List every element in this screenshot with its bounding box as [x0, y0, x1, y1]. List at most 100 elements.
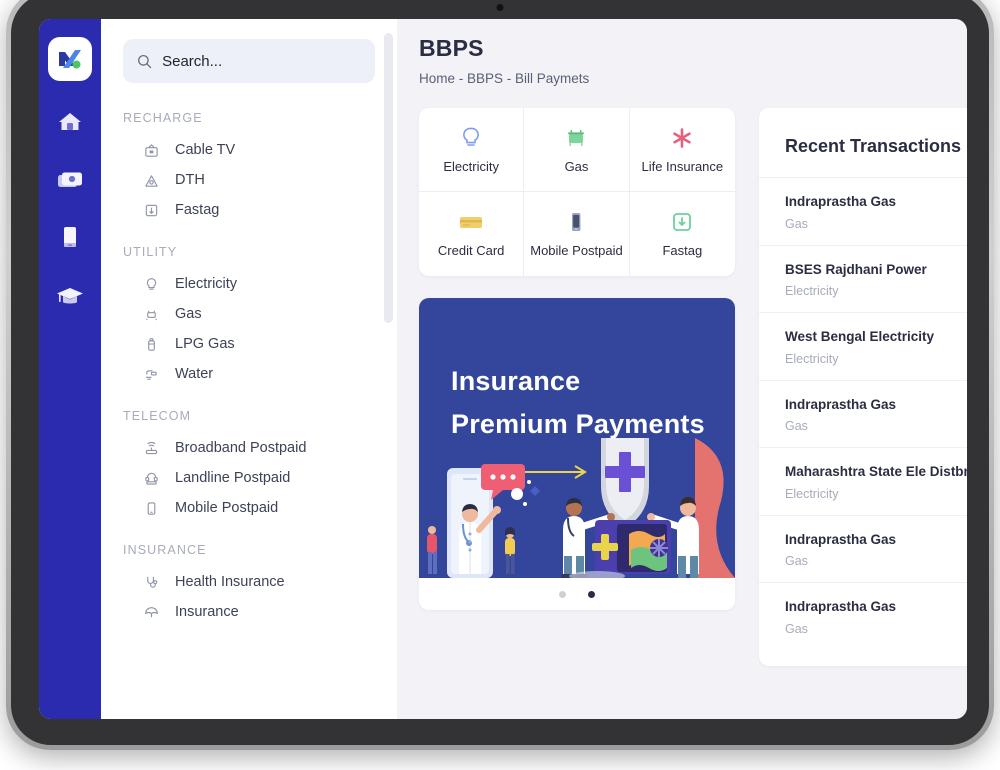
menu-item-label: Mobile Postpaid [175, 500, 279, 516]
transaction-type: Gas [785, 419, 808, 434]
carousel-dot-1[interactable] [559, 590, 566, 598]
tv-icon [143, 142, 159, 158]
transaction-name: Maharashtra State Ele Distbn Co Ltd [785, 464, 967, 480]
tablet-screen: RECHARGE Cable TV DTH Fastag UTILITY Electric… [39, 19, 967, 719]
graduation-cap-icon [57, 288, 83, 304]
tile-label: Mobile Postpaid [530, 243, 623, 258]
menu-item-landline-postpaid[interactable]: Landline Postpaid [123, 463, 375, 493]
bulb-icon [143, 276, 159, 292]
telephone-icon [143, 470, 159, 486]
breadcrumb: Home - BBPS - Bill Paymets [419, 71, 590, 86]
menu-group: INSURANCE Health Insurance Insurance [101, 543, 397, 627]
tile-label: Credit Card [437, 243, 505, 258]
menu-item-lpg-gas[interactable]: LPG Gas [123, 329, 375, 359]
carousel-dot-2[interactable] [588, 590, 595, 598]
transaction-row[interactable]: Indraprastha Gas Gas [759, 379, 967, 448]
menu-group-title: INSURANCE [123, 543, 207, 557]
tile-label: Life Insurance [641, 158, 724, 174]
transaction-row[interactable]: Maharashtra State Ele Distbn Co Ltd Elect… [759, 447, 967, 515]
recent-transactions-title: Recent Transactions [785, 136, 962, 156]
tile-gas[interactable]: Gas [524, 108, 630, 192]
tile-life-insurance[interactable]: Life Insurance [629, 108, 735, 192]
sidebar-item-home[interactable] [53, 105, 87, 139]
menu-item-label: Health Insurance [175, 574, 285, 590]
gas-stove-icon [564, 126, 588, 150]
transaction-row[interactable]: West Bengal Electricity Electricity [759, 312, 967, 380]
left-column: Electricity Gas Life Insurance Credit Card M… [419, 108, 735, 610]
banner-line-1: Insurance [451, 366, 581, 396]
transaction-name: West Bengal Electricity [785, 329, 935, 345]
menu-item-label: Insurance [175, 604, 239, 620]
tile-label: Gas [564, 158, 589, 174]
transaction-row[interactable]: Indraprastha Gas Gas [759, 177, 967, 245]
umbrella-icon [143, 604, 159, 620]
tile-label: Electricity [443, 158, 499, 174]
menu-item-gas[interactable]: Gas [123, 299, 375, 329]
service-tiles-grid: Electricity Gas Life Insurance Credit Card M… [419, 108, 735, 276]
transaction-row[interactable]: BSES Rajdhani Power Electricity [759, 244, 967, 313]
menu-item-label: Landline Postpaid [175, 470, 291, 486]
router-icon [143, 440, 159, 456]
menu-item-health-insurance[interactable]: Health Insurance [123, 567, 375, 597]
recent-transactions-list: Indraprastha Gas Gas BSES Rajdhani Power El… [759, 177, 967, 650]
menu-group-title: UTILITY [123, 245, 178, 259]
bulb-icon [459, 126, 483, 150]
mobile-icon [64, 227, 76, 247]
sidebar-item-education[interactable] [53, 279, 87, 313]
menu-item-broadband-postpaid[interactable]: Broadband Postpaid [123, 433, 375, 463]
tablet-device-frame: RECHARGE Cable TV DTH Fastag UTILITY Electric… [6, 0, 994, 750]
menu-item-fastag[interactable]: Fastag [123, 195, 375, 225]
fastag-icon [143, 202, 159, 218]
front-camera-icon [496, 4, 504, 11]
transaction-name: Indraprastha Gas [785, 194, 897, 209]
menu-item-cable-tv[interactable]: Cable TV [123, 135, 375, 165]
tile-mobile-postpaid[interactable]: Mobile Postpaid [524, 192, 630, 276]
mobile-icon [143, 500, 159, 516]
tile-label: Fastag [662, 243, 703, 258]
menu-item-water[interactable]: Water [123, 359, 375, 389]
menu-item-mobile-postpaid[interactable]: Mobile Postpaid [123, 493, 375, 523]
water-tap-icon [143, 366, 159, 382]
insurance-banner[interactable]: Insurance Premium Payments [419, 298, 735, 578]
menu-scrollbar[interactable] [384, 33, 393, 323]
search-wrapper [101, 19, 397, 91]
search-box[interactable] [123, 39, 375, 83]
menu-groups-container: RECHARGE Cable TV DTH Fastag UTILITY Electric… [101, 111, 397, 627]
menu-group-title: TELECOM [123, 409, 192, 423]
transaction-row[interactable]: Indraprastha Gas Gas [759, 582, 967, 650]
menu-panel: RECHARGE Cable TV DTH Fastag UTILITY Electric… [101, 19, 397, 719]
app-logo[interactable] [48, 37, 92, 81]
tile-credit-card[interactable]: Credit Card [419, 192, 525, 276]
carousel-dots [419, 578, 735, 610]
fastag-icon [670, 210, 694, 234]
tile-electricity[interactable]: Electricity [419, 108, 525, 192]
tablet-bezel: RECHARGE Cable TV DTH Fastag UTILITY Electric… [11, 0, 989, 745]
banner-title: Insurance Premium Payments [451, 360, 705, 445]
menu-item-dth[interactable]: DTH [123, 165, 375, 195]
recent-transactions-card: Recent Transactions Indraprastha Gas Gas B… [759, 108, 967, 666]
sidebar-item-wallet[interactable] [53, 163, 87, 197]
menu-item-label: Broadband Postpaid [175, 440, 307, 456]
asterisk-star-icon [670, 126, 694, 150]
smartphone-icon [564, 210, 588, 234]
transaction-row[interactable]: Indraprastha Gas Gas [759, 514, 967, 583]
tile-fastag[interactable]: Fastag [630, 192, 735, 276]
sidebar-item-mobile[interactable] [53, 221, 87, 255]
menu-group: RECHARGE Cable TV DTH Fastag [101, 111, 397, 225]
menu-item-insurance[interactable]: Insurance [123, 597, 375, 627]
transaction-type: Gas [785, 554, 808, 569]
menu-group: UTILITY Electricity Gas LPG Gas Water [101, 245, 397, 389]
content-row: Electricity Gas Life Insurance Credit Card M… [419, 108, 967, 666]
nexus-n-logo-icon [59, 50, 81, 69]
menu-item-label: Electricity [175, 276, 238, 292]
menu-item-label: Cable TV [175, 142, 236, 158]
page-title: BBPS [419, 35, 484, 61]
menu-item-electricity[interactable]: Electricity [123, 269, 375, 299]
transaction-type: Gas [785, 216, 808, 231]
credit-card-icon [458, 210, 484, 234]
transaction-type: Electricity [785, 486, 839, 501]
search-input[interactable] [162, 52, 361, 70]
banner-illustration [427, 438, 735, 578]
main-content: BBPS Home - BBPS - Bill Paymets Electric… [397, 19, 967, 719]
home-icon [59, 113, 81, 130]
